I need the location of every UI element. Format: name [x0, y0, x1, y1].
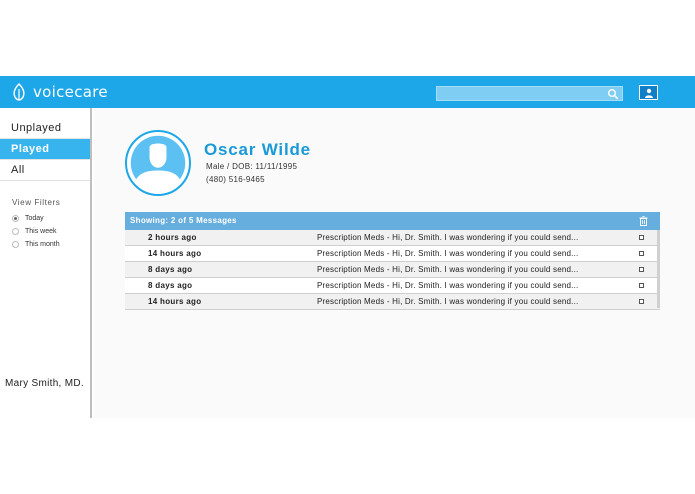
user-account-button[interactable]	[639, 85, 658, 100]
table-row[interactable]: 14 hours ago Prescription Meds - Hi, Dr.…	[125, 246, 660, 262]
row-checkbox[interactable]	[639, 267, 644, 272]
table-row[interactable]: 8 days ago Prescription Meds - Hi, Dr. S…	[125, 262, 660, 278]
patient-name: Oscar Wilde	[204, 140, 311, 159]
search-icon[interactable]	[607, 88, 619, 100]
patient-details: Male / DOB: 11/11/1995	[206, 162, 298, 171]
messages-count: Showing: 2 of 5 Messages	[130, 216, 237, 225]
messages-scrollbar[interactable]	[657, 230, 660, 308]
filter-today[interactable]: Today	[12, 215, 44, 222]
message-preview[interactable]: Prescription Meds - Hi, Dr. Smith. I was…	[317, 294, 578, 309]
message-preview[interactable]: Prescription Meds - Hi, Dr. Smith. I was…	[317, 278, 578, 293]
filter-label: This month	[25, 241, 60, 248]
messages-list: 2 hours ago Prescription Meds - Hi, Dr. …	[125, 230, 660, 310]
messages-table: Showing: 2 of 5 Messages 2 hours ago Pre…	[125, 212, 660, 310]
user-icon	[644, 88, 653, 98]
message-time: 8 days ago	[148, 281, 193, 290]
filter-label: This week	[25, 228, 57, 235]
row-checkbox[interactable]	[639, 283, 644, 288]
leaf-logo-icon	[13, 83, 25, 101]
sidebar-item-played[interactable]: Played	[0, 139, 90, 160]
sidebar-item-all[interactable]: All	[0, 160, 90, 181]
radio-selected-icon[interactable]	[12, 215, 19, 222]
view-filters-title: View Filters	[12, 198, 61, 207]
row-checkbox[interactable]	[639, 235, 644, 240]
app-window: voicecare Unplayed Played All View Filte…	[0, 0, 695, 494]
table-row[interactable]: 2 hours ago Prescription Meds - Hi, Dr. …	[125, 230, 660, 246]
messages-table-header: Showing: 2 of 5 Messages	[125, 212, 660, 230]
table-row[interactable]: 8 days ago Prescription Meds - Hi, Dr. S…	[125, 278, 660, 294]
avatar-silhouette-icon	[130, 135, 186, 193]
sidebar: Unplayed Played All View Filters Today T…	[0, 108, 92, 418]
main-panel: Oscar Wilde Male / DOB: 11/11/1995 (480)…	[94, 108, 695, 418]
app-name: voicecare	[33, 83, 108, 101]
table-row[interactable]: 14 hours ago Prescription Meds - Hi, Dr.…	[125, 294, 660, 310]
row-checkbox[interactable]	[639, 299, 644, 304]
message-preview[interactable]: Prescription Meds - Hi, Dr. Smith. I was…	[317, 246, 578, 261]
radio-icon[interactable]	[12, 228, 19, 235]
message-time: 14 hours ago	[148, 297, 202, 306]
top-bar: voicecare	[0, 76, 695, 108]
row-checkbox[interactable]	[639, 251, 644, 256]
message-preview[interactable]: Prescription Meds - Hi, Dr. Smith. I was…	[317, 262, 578, 277]
radio-icon[interactable]	[12, 241, 19, 248]
filter-this-month[interactable]: This month	[12, 241, 60, 248]
trash-icon[interactable]	[639, 216, 648, 226]
message-time: 8 days ago	[148, 265, 193, 274]
patient-phone: (480) 516-9465	[206, 175, 265, 184]
sidebar-item-unplayed[interactable]: Unplayed	[0, 118, 90, 139]
search-input[interactable]	[436, 86, 623, 101]
filter-label: Today	[25, 215, 44, 222]
filter-this-week[interactable]: This week	[12, 228, 57, 235]
patient-avatar	[125, 130, 191, 196]
message-preview[interactable]: Prescription Meds - Hi, Dr. Smith. I was…	[317, 230, 578, 245]
message-time: 2 hours ago	[148, 233, 197, 242]
logo[interactable]: voicecare	[12, 83, 108, 101]
message-time: 14 hours ago	[148, 249, 202, 258]
doctor-name: Mary Smith, MD.	[5, 378, 84, 389]
